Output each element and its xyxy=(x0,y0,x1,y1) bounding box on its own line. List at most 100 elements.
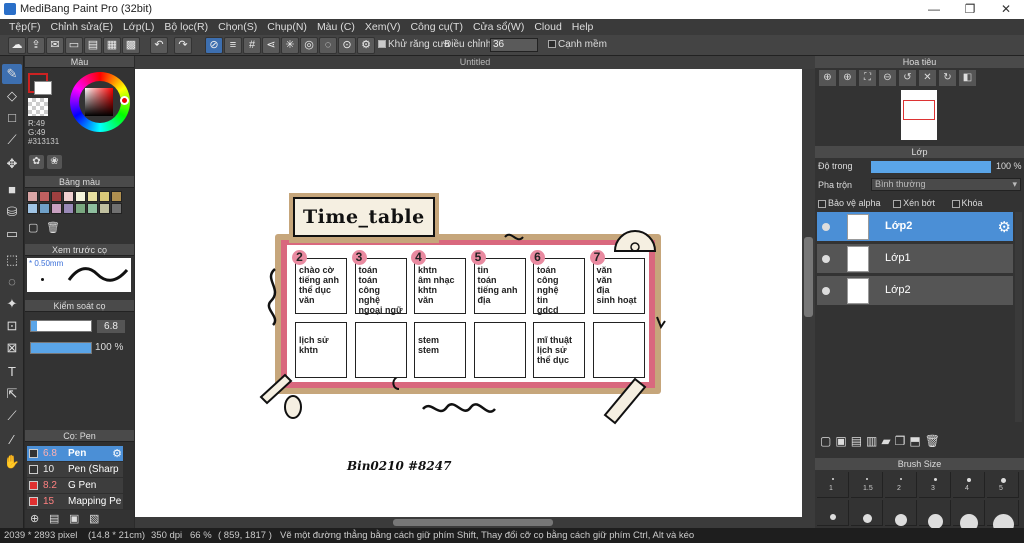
menu-cloud[interactable]: Cloud xyxy=(529,19,566,35)
brush-opacity-slider[interactable] xyxy=(30,342,92,354)
menu-edit[interactable]: Chỉnh sửa(E) xyxy=(46,19,118,35)
eyedropper-tool-icon[interactable]: ⁄ xyxy=(2,430,22,450)
copy-brush-icon[interactable]: ▤ xyxy=(49,512,59,525)
perspective-snap-icon[interactable]: ⊙ xyxy=(338,37,356,54)
fit-window-icon[interactable]: ⛶ xyxy=(859,70,876,86)
merge-layer-icon[interactable]: ⬒ xyxy=(909,434,920,452)
zoom-in-icon[interactable]: ⊕ xyxy=(819,70,836,86)
drawing-canvas[interactable]: Time_table chào cờ tiếng anh thể dục văn… xyxy=(135,69,802,517)
message-icon[interactable]: ▭ xyxy=(65,37,83,54)
menu-layer[interactable]: Lớp(L) xyxy=(118,19,159,35)
palette-icon[interactable]: ✿ xyxy=(29,155,44,169)
layer-visibility-icon[interactable] xyxy=(822,223,830,231)
duplicate-layer-icon[interactable]: ❐ xyxy=(895,434,906,452)
brush-settings-gear-icon[interactable]: ⚙ xyxy=(112,447,122,460)
rotate-left-icon[interactable]: ↺ xyxy=(899,70,916,86)
color-square[interactable] xyxy=(85,88,113,116)
brush-settings-icon[interactable]: ▣ xyxy=(69,512,79,525)
layer-settings-gear-icon[interactable]: ⚙ xyxy=(998,218,1011,236)
layer-visibility-icon[interactable] xyxy=(822,255,830,263)
delete-brush-icon[interactable]: ▧ xyxy=(89,512,99,525)
menu-file[interactable]: Tệp(F) xyxy=(4,19,46,35)
palette-swatch[interactable] xyxy=(51,203,62,214)
bucket-tool-icon[interactable]: ⛁ xyxy=(2,202,22,222)
brush-size-slider[interactable] xyxy=(30,320,92,332)
select-eraser-icon[interactable]: ⊠ xyxy=(2,338,22,358)
minimize-button[interactable]: — xyxy=(916,1,952,18)
layer-row[interactable]: Lớp1 xyxy=(817,244,1013,274)
flip-icon[interactable]: ◧ xyxy=(959,70,976,86)
brush-list-item[interactable]: 15 Mapping Pe xyxy=(27,494,123,509)
parallel-snap-icon[interactable]: ≡ xyxy=(224,37,242,54)
focus-snap-icon[interactable]: ✳ xyxy=(281,37,299,54)
layer-visibility-icon[interactable] xyxy=(822,287,830,295)
line-tool-icon[interactable]: ⟋ xyxy=(2,130,22,150)
palette-swatch[interactable] xyxy=(63,203,74,214)
layer-row[interactable]: Lớp2 ⚙ xyxy=(817,212,1013,242)
close-button[interactable]: ✕ xyxy=(988,1,1024,18)
operation-tool-icon[interactable]: ⇱ xyxy=(2,384,22,404)
brush-size-cell[interactable] xyxy=(987,500,1019,535)
circle-snap-icon[interactable]: ◎ xyxy=(300,37,318,54)
new-1bit-layer-icon[interactable]: ▥ xyxy=(866,434,877,452)
menu-window[interactable]: Cửa sổ(W) xyxy=(468,19,529,35)
zoom-fit-icon[interactable]: ⊕ xyxy=(839,70,856,86)
palette-swatch[interactable] xyxy=(99,191,110,202)
brush-size-cell[interactable]: 1 xyxy=(817,472,849,498)
layer-row[interactable]: Lớp2 xyxy=(817,276,1013,306)
delete-palette-icon[interactable]: 🗑 xyxy=(46,221,60,235)
palette-swatch[interactable] xyxy=(51,191,62,202)
delete-layer-icon[interactable]: 🗑 xyxy=(925,434,940,452)
new-palette-icon[interactable]: ▢ xyxy=(28,221,42,235)
add-brush-icon[interactable]: ⊕ xyxy=(30,512,39,525)
horizontal-scrollbar[interactable] xyxy=(135,517,815,528)
lasso-tool-icon[interactable]: ◌ xyxy=(2,272,22,292)
protect-alpha-checkbox[interactable] xyxy=(818,199,826,208)
brush-list-item[interactable]: 8.2 G Pen xyxy=(27,478,123,493)
undo-icon[interactable]: ↶ xyxy=(150,37,168,54)
antialias-toggle[interactable]: Khử răng cưa xyxy=(378,39,450,50)
palette-swatch[interactable] xyxy=(111,191,122,202)
color-set-icon[interactable]: ❀ xyxy=(47,155,62,169)
grid-icon[interactable]: ▩ xyxy=(122,37,140,54)
redo-icon[interactable]: ↷ xyxy=(174,37,192,54)
transparent-swatch[interactable] xyxy=(28,98,48,116)
palette-swatch[interactable] xyxy=(27,203,38,214)
zoom-out-icon[interactable]: ⊖ xyxy=(879,70,896,86)
brush-size-value[interactable]: 6.8 xyxy=(97,320,125,333)
panel-icon[interactable]: ▦ xyxy=(103,37,121,54)
settings-icon[interactable]: ⚙ xyxy=(357,37,375,54)
menu-snap[interactable]: Chụp(N) xyxy=(262,19,312,35)
comment-icon[interactable]: ✉ xyxy=(46,37,64,54)
palette-swatch[interactable] xyxy=(63,191,74,202)
menu-color[interactable]: Màu (C) xyxy=(312,19,360,35)
rotate-right-icon[interactable]: ↻ xyxy=(939,70,956,86)
palette-swatch[interactable] xyxy=(39,191,50,202)
divide-tool-icon[interactable]: ⟋ xyxy=(2,406,22,426)
smooth-toggle[interactable]: Cạnh mềm xyxy=(548,39,607,50)
brush-size-cell[interactable] xyxy=(817,500,849,526)
brush-size-cell[interactable]: 4 xyxy=(953,472,985,498)
brush-size-cell[interactable]: 3 xyxy=(919,472,951,498)
brush-list-item[interactable]: 10 Pen (Sharp xyxy=(27,462,123,477)
vertical-scroll-thumb[interactable] xyxy=(804,237,813,317)
secondary-color-swatch[interactable] xyxy=(34,81,52,95)
new-folder-icon[interactable]: ▰ xyxy=(881,434,890,452)
hue-marker[interactable] xyxy=(120,96,129,105)
brush-list-item[interactable]: 6.8 Pen ⚙ xyxy=(27,446,123,461)
radial-snap-icon[interactable]: ⋖ xyxy=(262,37,280,54)
new-8bit-layer-icon[interactable]: ▤ xyxy=(851,434,862,452)
palette-swatch[interactable] xyxy=(75,191,86,202)
shape-tool-icon[interactable]: □ xyxy=(2,108,22,128)
share-icon[interactable]: ⇪ xyxy=(27,37,45,54)
layer-list-scrollbar[interactable] xyxy=(1015,212,1022,422)
brush-size-cell[interactable] xyxy=(885,500,917,526)
blend-mode-select[interactable]: Bình thường ▾ xyxy=(871,178,1021,191)
palette-swatch[interactable] xyxy=(87,191,98,202)
fill-rect-tool-icon[interactable]: ■ xyxy=(2,180,22,200)
vertical-scrollbar[interactable] xyxy=(802,69,815,517)
palette-swatch[interactable] xyxy=(27,191,38,202)
brush-size-cell[interactable] xyxy=(919,500,951,529)
text-tool-icon[interactable]: T xyxy=(2,362,22,382)
select-tool-icon[interactable]: ⬚ xyxy=(2,250,22,270)
